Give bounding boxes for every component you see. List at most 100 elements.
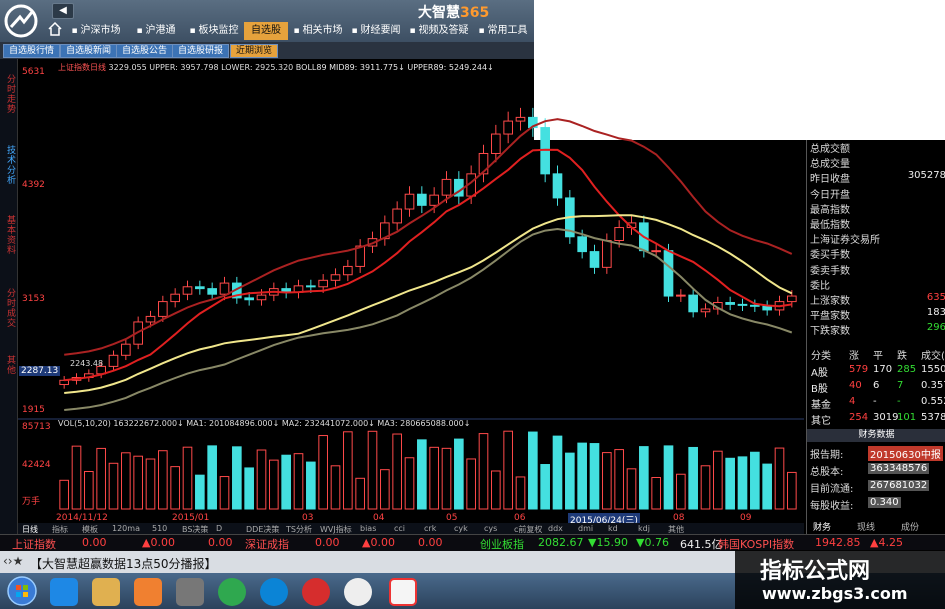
app-logo-icon[interactable] <box>2 3 40 39</box>
tab-recent[interactable]: 近期浏览 <box>230 44 279 58</box>
volume-bar <box>306 461 316 510</box>
volume-bar <box>133 455 143 510</box>
candles-group <box>18 107 804 510</box>
x-label-3: 04 <box>373 513 385 523</box>
vtab-ticks[interactable]: 分时成交 <box>1 278 17 338</box>
indicator-tab[interactable]: bias <box>360 524 376 533</box>
quote-label: 今日开盘 <box>810 189 850 201</box>
volume-bar <box>343 431 353 510</box>
panel-bottom-tab[interactable]: 财务 <box>813 520 831 533</box>
tab-watch-news[interactable]: 自选股新闻 <box>60 44 118 58</box>
breadth-cell: A股 <box>811 368 828 379</box>
indicator-tab[interactable]: kd <box>608 524 618 533</box>
finance-label: 每股收益: <box>810 501 854 512</box>
tab-watch-research[interactable]: 自选股研报 <box>172 44 230 58</box>
indicator-tab[interactable]: ddx <box>548 524 563 533</box>
ticker-cyb-name[interactable]: 创业板指 <box>480 536 524 552</box>
menu-tools[interactable]: ▪ 常用工具 <box>474 22 532 40</box>
indicator-tab[interactable]: D <box>216 524 222 533</box>
ticker-sz-v1: 0.00 <box>315 536 340 549</box>
vtab-intraday[interactable]: 分时走势 <box>1 64 17 124</box>
ticker-sz-name[interactable]: 深证成指 <box>245 536 289 552</box>
candle <box>182 286 193 295</box>
ticker-sh-name[interactable]: 上证指数 <box>12 536 56 552</box>
finance-header[interactable]: 财务数据 <box>807 429 945 442</box>
quote-row: 委比 <box>810 277 945 292</box>
ie-icon[interactable] <box>50 578 78 606</box>
news-text[interactable]: 【大智慧超赢数据13点50分播报】 <box>30 555 217 572</box>
tab-watch-notice[interactable]: 自选股公告 <box>116 44 174 58</box>
finance-value: 0.340 <box>868 497 901 508</box>
video-icon[interactable] <box>302 578 330 606</box>
candle <box>688 294 698 313</box>
quote-row: 昨日收盘 305278 <box>810 170 945 185</box>
menu-shsz[interactable]: ▪ 沪深市场 <box>66 22 126 40</box>
volume-bar <box>404 457 415 510</box>
volume-bar <box>491 470 501 510</box>
quote-value: 183 <box>926 307 945 319</box>
quote-row: 委卖手数 <box>810 262 945 277</box>
tab-watch-quotes[interactable]: 自选股行情 <box>3 44 61 58</box>
media-icon[interactable] <box>134 578 162 606</box>
ticker-cyb-v3: ▼0.76 <box>636 536 669 549</box>
volume-bar <box>528 431 538 510</box>
indicator-tab[interactable]: kdj <box>638 524 650 533</box>
indicator-tab[interactable]: 510 <box>152 524 167 533</box>
candle <box>491 133 501 154</box>
breadth-cell: 6 <box>873 380 880 391</box>
volume-bar <box>737 456 748 510</box>
vtab-fundamental[interactable]: 基本资料 <box>1 205 17 265</box>
candle <box>663 250 674 297</box>
finance-row: 报告期: 20150630中报 <box>810 446 943 461</box>
indicator-tab[interactable]: cci <box>394 524 405 533</box>
menu-related[interactable]: ▪ 相关市场 <box>290 22 346 40</box>
folder-icon[interactable] <box>92 578 120 606</box>
breadth-cell: B股 <box>811 384 828 395</box>
chart-title-indicators: BOLL89 MID89: 3911.775↓ UPPER89: 5249.24… <box>295 63 494 72</box>
home-icon[interactable] <box>48 22 62 36</box>
indicator-tab[interactable]: dmi <box>578 524 593 533</box>
breadth-cell: 40 <box>849 380 862 391</box>
volume-bar <box>515 476 526 510</box>
menu-watchlist[interactable]: 自选股 <box>244 22 288 40</box>
panel-bottom-tab[interactable]: 现线 <box>857 520 875 533</box>
quote-label: 最低指数 <box>810 220 850 231</box>
breadth-col-head: 跌 <box>897 351 907 362</box>
menu-sector[interactable]: ▪ 板块监控 <box>186 22 242 40</box>
ticker-cyb-v1: 2082.67 <box>538 536 584 549</box>
indicator-tab[interactable]: cys <box>484 524 497 533</box>
volume-bar <box>195 474 205 510</box>
menu-hkconnect[interactable]: ▪ 沪港通 <box>128 22 184 40</box>
finance-row: 每股收益: 0.340 <box>810 497 901 512</box>
panel-bottom-tab[interactable]: 成份 <box>901 520 919 533</box>
volume-bar <box>392 433 402 510</box>
indicator-tab[interactable]: crk <box>424 524 436 533</box>
x-label-5: 06 <box>514 513 526 523</box>
volume-bar <box>503 430 513 510</box>
indicator-tab[interactable]: cyk <box>454 524 468 533</box>
start-icon[interactable] <box>6 575 38 607</box>
volume-bar <box>589 443 600 510</box>
chrome-icon[interactable] <box>344 578 372 606</box>
breadth-cell: 170 <box>873 364 893 375</box>
player-icon[interactable] <box>218 578 246 606</box>
dzh-app-icon[interactable] <box>389 578 417 606</box>
finance-value: 20150630中报 <box>868 446 943 461</box>
vtab-technical[interactable]: 技术分析 <box>1 135 17 195</box>
brand-name: 大智慧365 <box>418 2 489 22</box>
vtab-other[interactable]: 其他 <box>1 350 17 380</box>
volume-bar <box>417 439 427 510</box>
film-icon[interactable] <box>176 578 204 606</box>
browser-icon[interactable] <box>260 578 288 606</box>
boll-upper-line <box>64 118 793 356</box>
breadth-cell: 254 <box>849 412 869 423</box>
back-button[interactable]: ◀ <box>52 3 74 19</box>
menu-video[interactable]: ▪ 视频及答疑 <box>406 22 472 40</box>
news-prev-icon[interactable]: ‹›★ <box>3 554 23 568</box>
candle <box>429 194 439 206</box>
y-label-top: 5631 <box>22 67 45 77</box>
x-label-7: 08 <box>673 513 685 523</box>
kline-chart[interactable] <box>18 59 804 534</box>
indicator-tab[interactable]: 120ma <box>112 524 140 533</box>
menu-news[interactable]: ▪ 财经要闻 <box>348 22 404 40</box>
